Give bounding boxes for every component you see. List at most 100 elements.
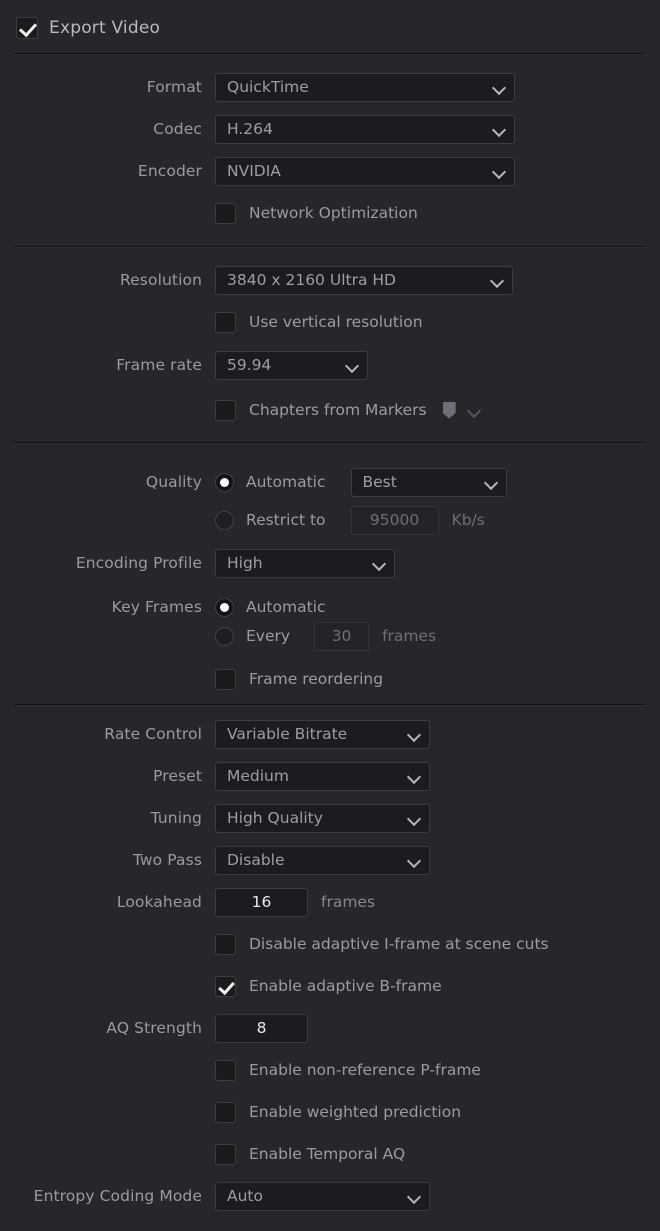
quality-restrict-value: 95000 xyxy=(369,511,420,529)
chapters-from-markers-label: Chapters from Markers xyxy=(249,401,427,419)
two-pass-label: Two Pass xyxy=(132,851,202,869)
aq-strength-value: 8 xyxy=(256,1019,267,1037)
marker-swatch-icon xyxy=(442,401,456,419)
format-dropdown[interactable]: QuickTime xyxy=(215,72,515,102)
divider-4 xyxy=(14,704,645,705)
use-vertical-resolution-row: Use vertical resolution xyxy=(0,307,660,337)
two-pass-dropdown[interactable]: Disable xyxy=(215,845,430,875)
codec-label: Codec xyxy=(153,120,202,138)
aq-strength-label: AQ Strength xyxy=(106,1019,202,1037)
aq-strength-row: AQ Strength 8 xyxy=(0,1013,660,1043)
aq-strength-input[interactable]: 8 xyxy=(215,1013,308,1043)
lookahead-value: 16 xyxy=(251,893,272,911)
quality-restrict-radio[interactable] xyxy=(215,510,234,530)
resolution-label: Resolution xyxy=(120,271,202,289)
enable-temporal-aq-label: Enable Temporal AQ xyxy=(249,1145,406,1163)
divider-3 xyxy=(14,442,645,443)
preset-value: Medium xyxy=(227,767,289,785)
quality-automatic-dropdown[interactable]: Best xyxy=(350,467,507,497)
network-optimization-label: Network Optimization xyxy=(249,204,418,222)
encoder-label: Encoder xyxy=(137,162,202,180)
quality-row: Quality Automatic Best xyxy=(0,467,660,497)
lookahead-input[interactable]: 16 xyxy=(215,887,308,917)
tuning-dropdown[interactable]: High Quality xyxy=(215,803,430,833)
encoder-dropdown[interactable]: NVIDIA xyxy=(215,156,515,186)
export-video-checkbox[interactable] xyxy=(16,17,38,39)
divider-2 xyxy=(14,246,645,247)
chevron-down-icon xyxy=(493,81,506,94)
entropy-coding-mode-dropdown[interactable]: Auto xyxy=(215,1181,430,1211)
enable-temporal-aq-row: Enable Temporal AQ xyxy=(0,1139,660,1169)
key-frames-automatic-radio[interactable] xyxy=(215,597,234,617)
frame-reordering-checkbox[interactable] xyxy=(215,668,236,690)
quality-restrict-unit: Kb/s xyxy=(451,511,485,529)
rate-control-dropdown[interactable]: Variable Bitrate xyxy=(215,719,430,749)
use-vertical-resolution-checkbox[interactable] xyxy=(215,311,236,333)
preset-dropdown[interactable]: Medium xyxy=(215,761,430,791)
quality-restrict-input[interactable]: 95000 xyxy=(350,505,439,535)
chevron-down-icon xyxy=(408,728,421,741)
enable-weighted-prediction-checkbox[interactable] xyxy=(215,1101,236,1123)
quality-restrict-label: Restrict to xyxy=(246,511,326,529)
lookahead-label: Lookahead xyxy=(116,893,202,911)
disable-adaptive-iframe-checkbox[interactable] xyxy=(215,933,236,955)
enable-adaptive-bframe-checkbox[interactable] xyxy=(215,975,236,997)
key-frames-every-radio[interactable] xyxy=(215,626,234,646)
codec-value: H.264 xyxy=(227,120,273,138)
quality-automatic-radio[interactable] xyxy=(215,472,234,492)
key-frames-automatic-label: Automatic xyxy=(246,598,326,616)
quality-automatic-value: Best xyxy=(362,473,397,491)
chevron-down-icon xyxy=(491,274,504,287)
resolution-dropdown[interactable]: 3840 x 2160 Ultra HD xyxy=(215,265,513,295)
encoding-profile-dropdown[interactable]: High xyxy=(215,548,395,578)
disable-adaptive-iframe-label: Disable adaptive I-frame at scene cuts xyxy=(249,935,549,953)
key-frames-every-row: Every 30 frames xyxy=(0,621,660,651)
codec-dropdown[interactable]: H.264 xyxy=(215,114,515,144)
format-label: Format xyxy=(146,78,202,96)
enable-weighted-prediction-row: Enable weighted prediction xyxy=(0,1097,660,1127)
frame-rate-dropdown[interactable]: 59.94 xyxy=(215,350,368,380)
export-video-header[interactable]: Export Video xyxy=(0,12,660,44)
frame-rate-label: Frame rate xyxy=(116,356,202,374)
key-frames-label: Key Frames xyxy=(111,598,202,616)
key-frames-row: Key Frames Automatic xyxy=(0,592,660,622)
quality-automatic-label: Automatic xyxy=(246,473,326,491)
preset-label: Preset xyxy=(153,767,202,785)
chevron-down-icon xyxy=(408,1190,421,1203)
rate-control-row: Rate Control Variable Bitrate xyxy=(0,719,660,749)
chapters-from-markers-row: Chapters from Markers xyxy=(0,395,660,425)
key-frames-every-unit: frames xyxy=(382,627,437,645)
use-vertical-resolution-label: Use vertical resolution xyxy=(249,313,423,331)
format-row: Format QuickTime xyxy=(0,72,660,102)
page-title: Export Video xyxy=(49,18,161,38)
enable-temporal-aq-checkbox[interactable] xyxy=(215,1143,236,1165)
lookahead-row: Lookahead 16 frames xyxy=(0,887,660,917)
chapters-from-markers-checkbox[interactable] xyxy=(215,399,236,421)
chevron-down-icon[interactable] xyxy=(468,404,481,417)
chevron-down-icon xyxy=(373,557,386,570)
format-value: QuickTime xyxy=(227,78,309,96)
chevron-down-icon xyxy=(408,770,421,783)
frame-reordering-row: Frame reordering xyxy=(0,664,660,694)
enable-adaptive-bframe-label: Enable adaptive B-frame xyxy=(249,977,442,995)
network-optimization-checkbox[interactable] xyxy=(215,202,236,224)
key-frames-every-input[interactable]: 30 xyxy=(314,621,370,651)
codec-row: Codec H.264 xyxy=(0,114,660,144)
enable-non-reference-pframe-row: Enable non-reference P-frame xyxy=(0,1055,660,1085)
enable-weighted-prediction-label: Enable weighted prediction xyxy=(249,1103,462,1121)
quality-label: Quality xyxy=(145,473,202,491)
two-pass-value: Disable xyxy=(227,851,285,869)
disable-adaptive-iframe-row: Disable adaptive I-frame at scene cuts xyxy=(0,929,660,959)
chevron-down-icon xyxy=(493,165,506,178)
encoding-profile-value: High xyxy=(227,554,263,572)
enable-non-reference-pframe-checkbox[interactable] xyxy=(215,1059,236,1081)
preset-row: Preset Medium xyxy=(0,761,660,791)
encoder-row: Encoder NVIDIA xyxy=(0,156,660,186)
enable-adaptive-bframe-row: Enable adaptive B-frame xyxy=(0,971,660,1001)
key-frames-every-label: Every xyxy=(246,627,291,645)
frame-reordering-label: Frame reordering xyxy=(249,670,384,688)
tuning-value: High Quality xyxy=(227,809,323,827)
entropy-coding-mode-value: Auto xyxy=(227,1187,263,1205)
chevron-down-icon xyxy=(408,854,421,867)
divider-1 xyxy=(14,53,645,54)
